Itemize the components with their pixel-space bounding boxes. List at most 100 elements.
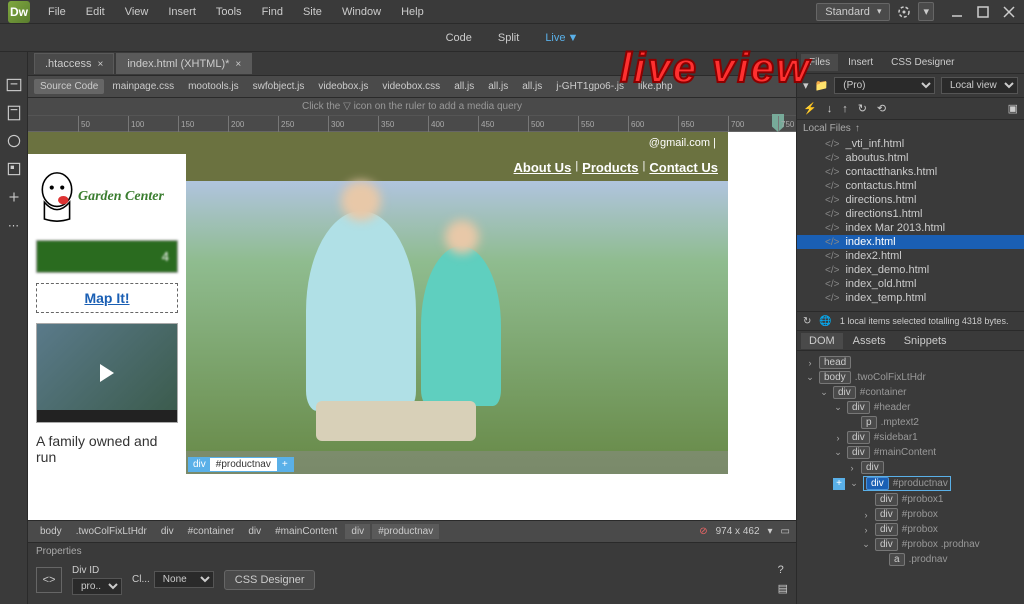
split-view-button[interactable]: Split: [486, 28, 531, 48]
class-select[interactable]: None: [154, 571, 214, 588]
related-file[interactable]: all.js: [448, 79, 480, 94]
div-id-input[interactable]: pro...: [72, 578, 122, 595]
dom-tab-snippets[interactable]: Snippets: [896, 333, 955, 349]
element-selector-hud[interactable]: div #productnav +: [188, 457, 294, 472]
site-selector[interactable]: (Pro): [834, 77, 935, 94]
dom-add-icon[interactable]: +: [833, 478, 845, 490]
preview-icon[interactable]: [5, 132, 23, 150]
css-designer-button[interactable]: CSS Designer: [224, 570, 316, 590]
dom-node[interactable]: ⌄div#header: [799, 400, 1022, 415]
dom-tab-assets[interactable]: Assets: [845, 333, 894, 349]
globe-icon[interactable]: 🌐: [819, 316, 831, 327]
hud-add-button[interactable]: +: [277, 458, 293, 471]
local-files-heading[interactable]: Local Files↑: [797, 120, 1024, 137]
close-button[interactable]: [1002, 5, 1016, 19]
page-map-link[interactable]: Map It!: [84, 290, 129, 306]
related-file[interactable]: videobox.css: [376, 79, 446, 94]
html-properties-icon[interactable]: <>: [36, 567, 62, 593]
dom-node[interactable]: p.mptext2: [799, 415, 1022, 430]
file-item[interactable]: </>index.html: [797, 235, 1024, 249]
file-item[interactable]: </>directions.html: [797, 193, 1024, 207]
related-file[interactable]: all.js: [482, 79, 514, 94]
dom-node[interactable]: +⌄div#productnav: [799, 475, 1022, 492]
tag-crumb[interactable]: #container: [182, 524, 241, 539]
dom-node[interactable]: a.prodnav: [799, 552, 1022, 567]
customize-toolbar-icon[interactable]: ⋯: [5, 216, 23, 234]
define-site-icon[interactable]: ▾: [803, 79, 809, 92]
device-preview-icon[interactable]: ▭: [781, 526, 790, 537]
dom-node[interactable]: ⌄div#probox .prodnav: [799, 537, 1022, 552]
related-file[interactable]: mainpage.css: [106, 79, 180, 94]
log-icon[interactable]: ↻: [803, 316, 811, 327]
close-tab-icon[interactable]: ×: [235, 59, 241, 70]
menu-window[interactable]: Window: [332, 2, 391, 22]
page-nav-link[interactable]: About Us: [514, 160, 572, 175]
tag-crumb[interactable]: body: [34, 524, 68, 539]
panel-tab-insert[interactable]: Insert: [840, 54, 881, 71]
inspect-icon[interactable]: [5, 160, 23, 178]
code-view-button[interactable]: Code: [434, 28, 484, 48]
panel-tab-files[interactable]: Files: [801, 54, 838, 71]
file-item[interactable]: </>_vti_inf.html: [797, 137, 1024, 151]
tag-crumb[interactable]: #productnav: [372, 524, 439, 539]
file-item[interactable]: </>index2.html: [797, 249, 1024, 263]
play-icon[interactable]: [100, 364, 114, 382]
file-item[interactable]: </>contactthanks.html: [797, 165, 1024, 179]
dom-node[interactable]: ›div#probox: [799, 507, 1022, 522]
connect-icon[interactable]: ⚡: [803, 102, 817, 115]
file-item[interactable]: </>index_temp.html: [797, 291, 1024, 305]
tag-crumb[interactable]: #mainContent: [269, 524, 343, 539]
dom-node[interactable]: ⌄div#container: [799, 385, 1022, 400]
menu-edit[interactable]: Edit: [76, 2, 115, 22]
related-file[interactable]: mootools.js: [182, 79, 245, 94]
related-file[interactable]: Source Code: [34, 79, 104, 94]
live-options-icon[interactable]: [5, 76, 23, 94]
document-tab[interactable]: index.html (XHTML)*×: [116, 53, 252, 74]
page-nav-link[interactable]: Contact Us: [649, 160, 718, 175]
maximize-button[interactable]: [976, 5, 990, 19]
minimize-button[interactable]: [950, 5, 964, 19]
help-icon[interactable]: ?: [778, 564, 788, 576]
dom-tab-dom[interactable]: DOM: [801, 333, 843, 349]
panel-tab-css-designer[interactable]: CSS Designer: [883, 54, 962, 71]
live-view-button[interactable]: Live▼: [533, 28, 590, 48]
related-file[interactable]: like.php: [632, 79, 678, 94]
menu-view[interactable]: View: [115, 2, 159, 22]
file-management-icon[interactable]: [5, 104, 23, 122]
dom-node[interactable]: div#probox1: [799, 492, 1022, 507]
page-video[interactable]: [36, 323, 178, 423]
menu-insert[interactable]: Insert: [158, 2, 206, 22]
related-file[interactable]: swfobject.js: [247, 79, 311, 94]
menu-help[interactable]: Help: [391, 2, 434, 22]
get-icon[interactable]: ↓: [827, 103, 833, 115]
dom-node[interactable]: ⌄body.twoColFixLtHdr: [799, 370, 1022, 385]
view-selector[interactable]: Local view: [941, 77, 1018, 94]
dom-panel[interactable]: ›head⌄body.twoColFixLtHdr⌄div#container⌄…: [797, 351, 1024, 604]
ruler[interactable]: 5010015020025030035040045050055060065070…: [28, 116, 796, 132]
sync-settings-icon[interactable]: [896, 4, 912, 20]
dom-node[interactable]: ›div#sidebar1: [799, 430, 1022, 445]
tag-crumb[interactable]: div: [345, 524, 370, 539]
refresh-icon[interactable]: ↻: [858, 102, 867, 115]
cancel-icon[interactable]: ⊘: [699, 526, 707, 537]
workspace-switcher[interactable]: Standard: [816, 3, 890, 21]
related-file[interactable]: j-GHT1gpo6-.js: [550, 79, 630, 94]
file-item[interactable]: </>contactus.html: [797, 179, 1024, 193]
dom-node[interactable]: ›div#probox: [799, 522, 1022, 537]
file-item[interactable]: </>index_old.html: [797, 277, 1024, 291]
video-controls[interactable]: [37, 410, 177, 422]
live-view-area[interactable]: @gmail.com | Garden Center 4 Map It!: [28, 132, 796, 520]
related-file[interactable]: videobox.js: [312, 79, 374, 94]
menu-site[interactable]: Site: [293, 2, 332, 22]
dom-node[interactable]: ›div: [799, 460, 1022, 475]
close-tab-icon[interactable]: ×: [97, 59, 103, 70]
quick-tag-icon[interactable]: ▤: [778, 582, 788, 595]
page-nav-link[interactable]: Products: [582, 160, 638, 175]
file-list[interactable]: </>_vti_inf.html</>aboutus.html</>contac…: [797, 137, 1024, 311]
sync-icon[interactable]: ⟲: [877, 102, 886, 115]
dom-node[interactable]: ›head: [799, 355, 1022, 370]
tag-crumb[interactable]: div: [242, 524, 267, 539]
file-item[interactable]: </>aboutus.html: [797, 151, 1024, 165]
menu-file[interactable]: File: [38, 2, 76, 22]
tag-crumb[interactable]: .twoColFixLtHdr: [70, 524, 153, 539]
